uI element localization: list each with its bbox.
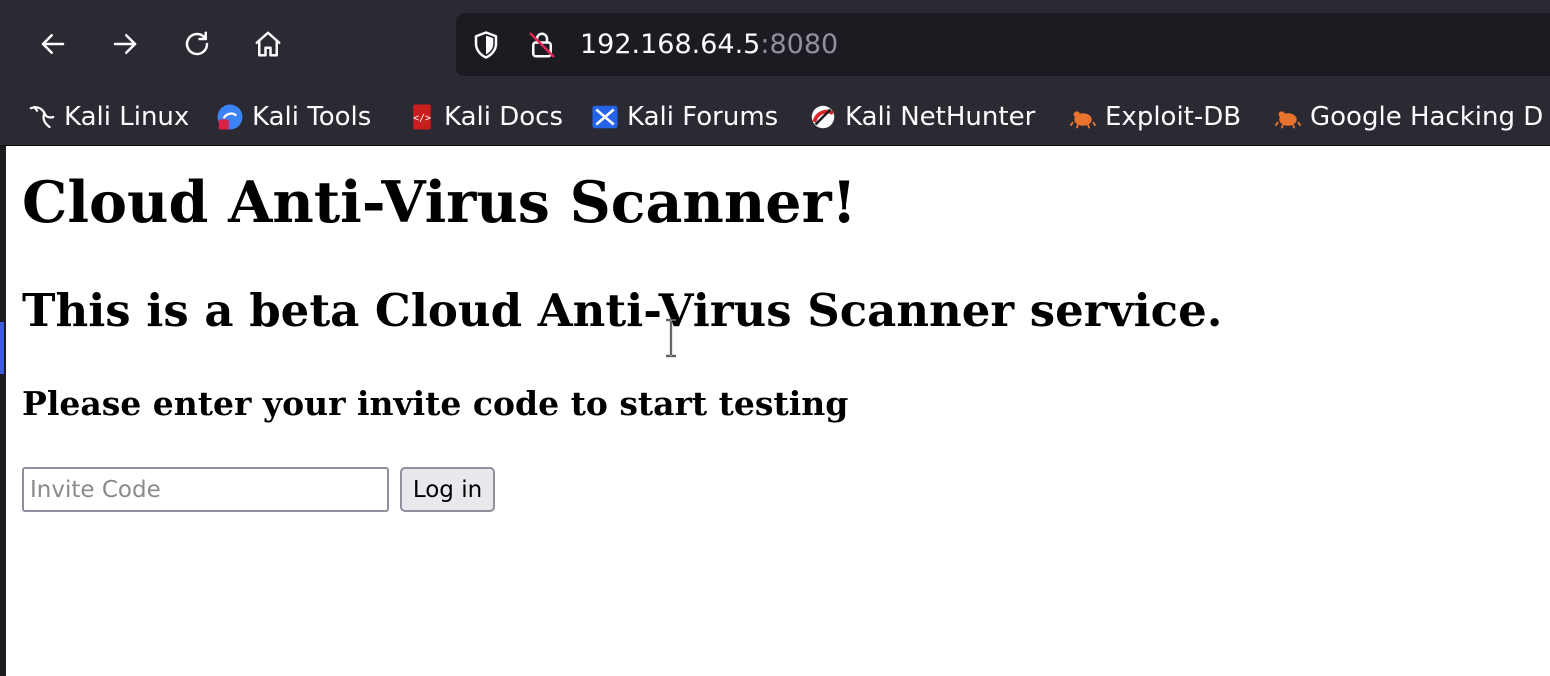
exploit-db-icon [1067,101,1099,133]
browser-toolbar: 192.168.64.5:8080 [0,0,1550,88]
bookmark-label: Kali Forums [627,102,779,132]
bookmark-label: Exploit-DB [1105,102,1242,132]
kali-docs-icon: </> [406,101,438,133]
page-content: Cloud Anti-Virus Scanner! This is a beta… [6,146,1550,676]
kali-tools-icon [214,101,246,133]
bookmarks-toolbar: Kali Linux Kali Tools </> Kali Docs Kali… [0,88,1550,146]
invite-code-input[interactable] [22,467,389,512]
bookmark-kali-nethunter[interactable]: Kali NetHunter [807,97,1035,137]
bookmark-kali-forums[interactable]: Kali Forums [589,97,778,137]
page-title: Cloud Anti-Virus Scanner! [22,169,857,236]
bookmark-label: Kali NetHunter [845,102,1036,132]
edge-highlight [0,322,4,374]
page-prompt: Please enter your invite code to start t… [22,384,849,423]
bookmark-label: Google Hacking D [1310,102,1544,132]
svg-text:</>: </> [413,113,431,124]
address-bar[interactable]: 192.168.64.5:8080 [456,13,1550,76]
kali-nethunter-icon [807,101,839,133]
bookmark-exploit-db[interactable]: Exploit-DB [1067,97,1241,137]
page-subtitle: This is a beta Cloud Anti-Virus Scanner … [22,284,1223,337]
shield-icon[interactable] [470,29,502,61]
browser-window: 192.168.64.5:8080 Kali Linux Kali Tools … [0,0,1550,676]
reload-icon[interactable] [177,24,217,64]
bookmark-kali-tools[interactable]: Kali Tools [214,97,371,137]
bookmark-label: Kali Docs [444,102,564,132]
kali-dragon-icon [26,101,58,133]
bookmark-label: Kali Linux [64,102,190,132]
url-port: :8080 [760,29,839,60]
bookmark-kali-linux[interactable]: Kali Linux [26,97,189,137]
bookmark-label: Kali Tools [252,102,372,132]
url-text[interactable]: 192.168.64.5:8080 [580,27,838,63]
url-host: 192.168.64.5 [580,29,761,60]
ghdb-icon [1272,101,1304,133]
forward-arrow-icon[interactable] [105,24,145,64]
insecure-lock-icon[interactable] [526,29,558,61]
text-cursor-icon [666,318,676,358]
login-button[interactable]: Log in [400,467,495,512]
kali-forums-icon [589,101,621,133]
bookmark-google-hacking-db[interactable]: Google Hacking D [1272,97,1543,137]
home-icon[interactable] [248,24,288,64]
back-arrow-icon[interactable] [33,24,73,64]
bookmark-kali-docs[interactable]: </> Kali Docs [406,97,563,137]
